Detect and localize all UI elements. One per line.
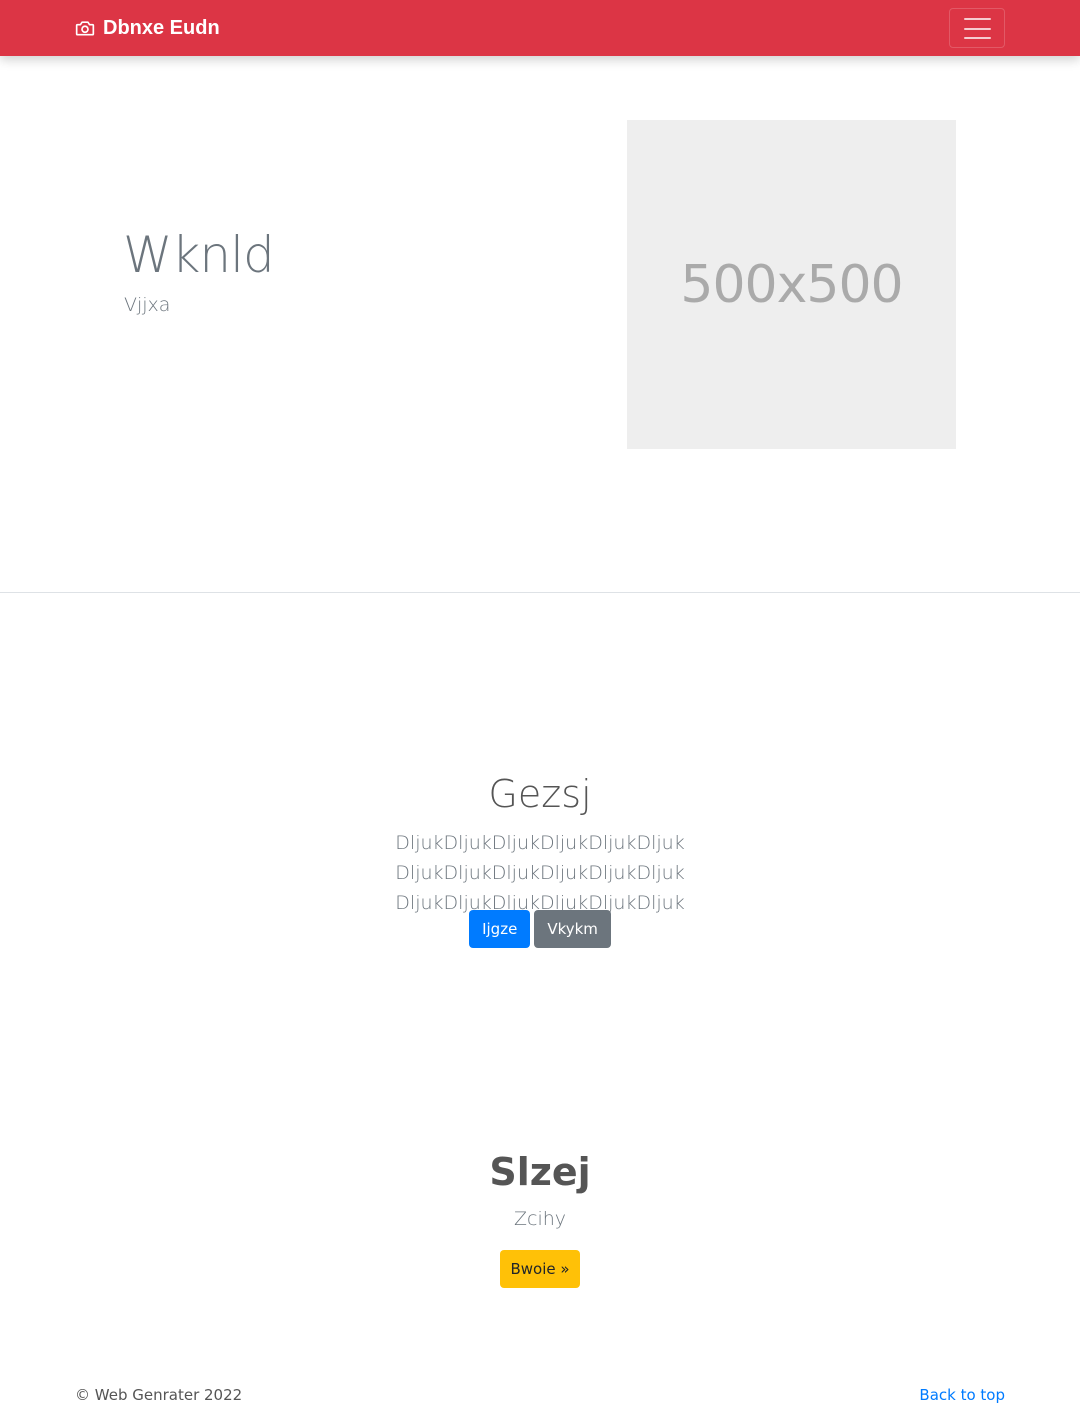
secondary-button[interactable]: Vkykm: [534, 910, 611, 948]
hamburger-menu-icon: [964, 18, 991, 39]
feature-lead: DljukDljukDljukDljukDljukDljuk DljukDlju…: [395, 832, 685, 914]
hero-section: Wknld Vjjxa 500x500: [0, 56, 1080, 593]
back-to-top-link[interactable]: Back to top: [919, 1386, 1005, 1404]
cta-button[interactable]: Bwoie »: [500, 1250, 580, 1288]
placeholder-label: 500x500: [680, 254, 903, 315]
footer-copyright: © Web Genrater 2022: [75, 1386, 243, 1404]
primary-button[interactable]: Ijgze: [469, 910, 531, 948]
hero-image-placeholder: 500x500: [627, 120, 956, 449]
cta-subtitle: Zcihy: [513, 1208, 567, 1230]
brand-link[interactable]: Dbnxe Eudn: [75, 0, 220, 56]
camera-icon: [75, 18, 95, 38]
feature-title: Gezsj: [488, 772, 592, 816]
brand-text: Dbnxe Eudn: [103, 16, 220, 39]
navbar-toggler-button[interactable]: [949, 8, 1005, 48]
navbar: Dbnxe Eudn: [0, 0, 1080, 56]
feature-button-group: Ijgze Vkykm: [0, 910, 1080, 948]
hero-subtitle: Vjjxa: [124, 294, 171, 316]
feature-section: Gezsj DljukDljukDljukDljukDljukDljuk Dlj…: [0, 594, 1080, 1094]
hero-title: Wknld: [123, 226, 275, 284]
cta-title: Slzej: [489, 1150, 591, 1194]
